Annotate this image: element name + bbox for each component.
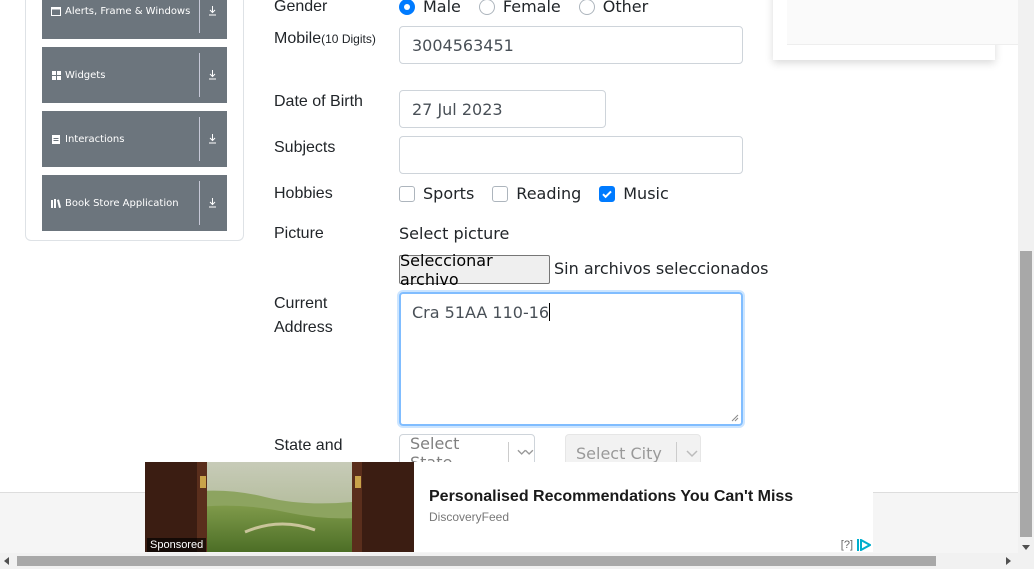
horizontal-scroll-thumb[interactable]: [17, 556, 936, 566]
sidebar-item-label: Alerts, Frame & Windows: [65, 5, 191, 17]
list-icon: [51, 134, 61, 144]
sidebar-item-label: Book Store Application: [65, 197, 179, 209]
window-icon: [51, 6, 61, 16]
sponsored-ad[interactable]: Sponsored Personalised Recommendations Y…: [145, 462, 873, 552]
download-arrow-icon: [206, 70, 218, 80]
download-arrow-icon: [206, 6, 218, 16]
hobby-option-label: Music: [623, 184, 669, 203]
text-caret: [549, 303, 551, 321]
gender-option-label: Female: [502, 0, 561, 16]
hobby-sports-checkbox[interactable]: [399, 185, 415, 202]
vertical-scrollbar[interactable]: [1018, 0, 1034, 553]
dob-label: Date of Birth: [274, 93, 363, 110]
books-icon: [51, 198, 61, 208]
gender-label: Gender: [274, 0, 328, 15]
sidebar-item-alerts-frame-windows[interactable]: Alerts, Frame & Windows: [42, 0, 227, 39]
dob-input[interactable]: 27 Jul 2023: [399, 90, 606, 128]
choose-file-button[interactable]: Seleccionar archivo: [399, 251, 550, 289]
hobby-reading-checkbox[interactable]: [492, 185, 509, 202]
gender-other-radio[interactable]: [578, 0, 595, 15]
picture-label: Picture: [274, 225, 324, 242]
scroll-left-arrow-icon[interactable]: [4, 557, 9, 565]
subjects-input[interactable]: [399, 136, 743, 174]
hobby-option-label: Reading: [516, 184, 582, 203]
hobby-option-label: Sports: [423, 184, 475, 203]
sidebar-item-interactions[interactable]: Interactions: [42, 111, 227, 167]
hobby-music-checkbox[interactable]: [599, 185, 616, 202]
checkmark-icon: [602, 190, 612, 198]
vertical-scroll-thumb[interactable]: [1020, 251, 1032, 537]
gender-female-radio[interactable]: [478, 0, 495, 15]
gender-radio-group: Male Female Other: [399, 0, 666, 16]
gender-option-label: Male: [423, 0, 461, 16]
hobbies-checkbox-group: Sports Reading Music: [399, 184, 687, 203]
chevron-down-icon: [517, 449, 534, 455]
mobile-input[interactable]: 3004563451: [399, 26, 743, 64]
horizontal-scrollbar[interactable]: [0, 553, 1034, 569]
chevron-down-icon: [686, 450, 698, 458]
download-arrow-icon: [206, 198, 218, 208]
gender-male-radio[interactable]: [399, 0, 415, 15]
ad-info[interactable]: [?]: [841, 539, 871, 551]
side-card-text: Useroooks: [787, 0, 1027, 45]
resize-handle-icon[interactable]: [731, 414, 739, 422]
sidebar-item-widgets[interactable]: Widgets: [42, 47, 227, 103]
state-city-label: State and: [274, 437, 343, 454]
gender-option-label: Other: [602, 0, 649, 16]
sidebar-item-label: Interactions: [65, 133, 125, 145]
ad-title[interactable]: Personalised Recommendations You Can't M…: [429, 488, 793, 506]
sidebar-item-label: Widgets: [65, 69, 106, 81]
ad-image[interactable]: Sponsored: [145, 462, 414, 552]
hobbies-label: Hobbies: [274, 185, 333, 202]
mobile-label: Mobile(10 Digits): [274, 27, 401, 51]
grid-icon: [51, 70, 61, 80]
subjects-label: Subjects: [274, 139, 336, 156]
ad-source[interactable]: DiscoveryFeed: [429, 510, 509, 524]
mobile-hint: (10 Digits): [321, 32, 376, 46]
select-picture-text: Select picture: [399, 224, 510, 243]
adchoices-icon: [857, 539, 871, 551]
side-card: Useroooks: [773, 0, 1027, 60]
file-status-text: Sin archivos seleccionados: [554, 259, 769, 278]
current-address-label: Current Address: [274, 295, 333, 336]
sidebar-item-book-store-application[interactable]: Book Store Application: [42, 175, 227, 231]
scroll-down-arrow-icon[interactable]: [1022, 545, 1030, 550]
download-arrow-icon: [206, 134, 218, 144]
current-address-textarea[interactable]: Cra 51AA 110-16: [399, 292, 743, 426]
scroll-right-arrow-icon[interactable]: [1006, 557, 1011, 565]
sponsored-tag: Sponsored: [147, 538, 207, 552]
